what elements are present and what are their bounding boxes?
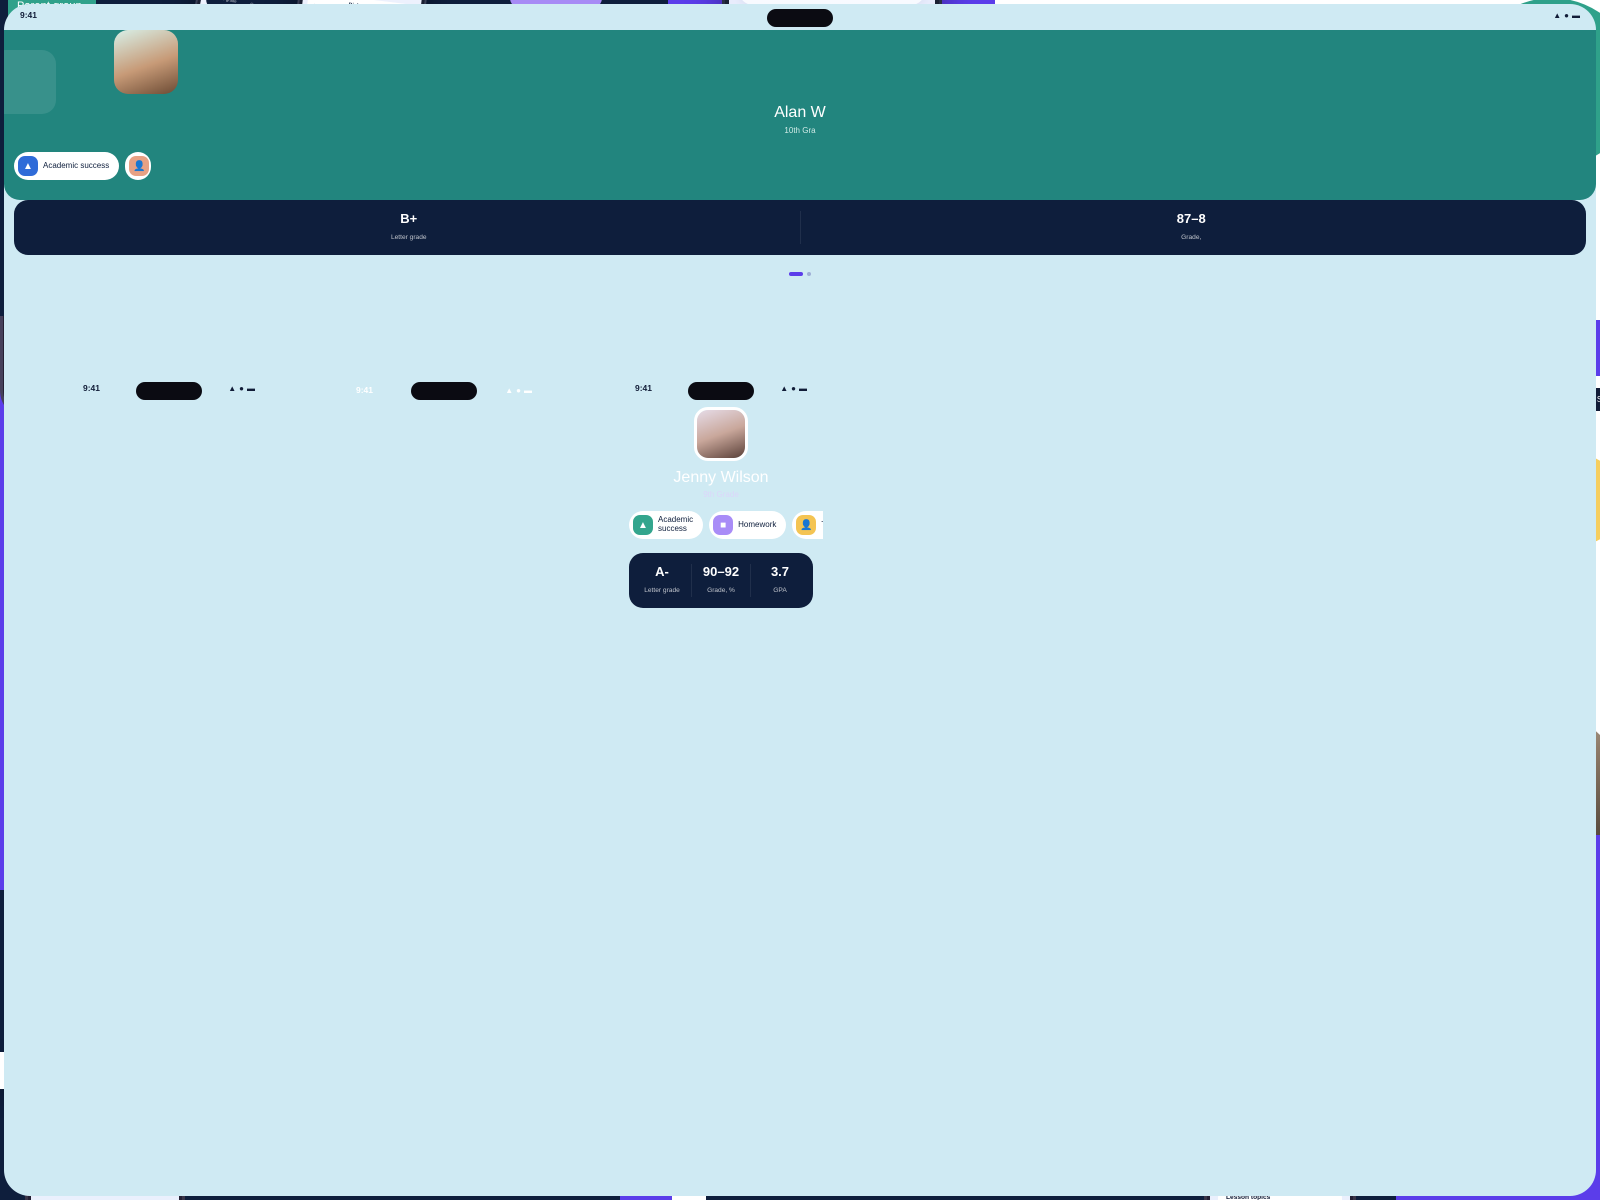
grade-stats: A- Letter grade 90–92 Grade, % 3.7 GPA — [629, 553, 813, 608]
student-grade: 10th Gra — [784, 126, 816, 135]
dynamic-island — [136, 382, 202, 400]
student-name: Alan W — [774, 104, 826, 121]
stat-value: 3.7 — [770, 564, 790, 579]
stat-gpa: 3.7 GPA — [751, 564, 809, 597]
stat-grade-percent: 90–92 Grade, % — [692, 564, 751, 597]
status-time: 9:41 — [20, 10, 38, 20]
chip-label: Homework — [738, 519, 777, 529]
chip-label: Academic success — [658, 515, 694, 533]
quick-action-chips: ▲ Academic success ■ Homework 👤 Teachers — [629, 511, 823, 539]
battery-icon: ▬ — [247, 383, 255, 393]
avatar[interactable] — [114, 30, 178, 94]
book-icon: ■ — [713, 515, 734, 535]
grade-stats: B+ Letter grade 87–8 Grade, — [14, 200, 1586, 255]
rocket-icon: ▲ — [18, 156, 38, 176]
avatar[interactable] — [694, 407, 748, 461]
stat-value: A- — [655, 564, 669, 579]
design-showcase-canvas: Course Parent group support Empowering p… — [0, 0, 1600, 1200]
status-time: 9:41 — [356, 385, 374, 395]
student-name: Jenny Wilson — [673, 469, 769, 486]
stat-label: Grade, % — [707, 587, 735, 594]
stat-label: Letter grade — [644, 587, 680, 594]
chip-academic-success[interactable]: ▲ Academic success — [14, 152, 120, 180]
student-grade: 9th Grade — [703, 490, 739, 499]
rocket-icon: ▲ — [633, 515, 653, 535]
stat-value: B+ — [400, 211, 418, 226]
battery-icon: ▬ — [524, 385, 532, 395]
phone-alan-profile: 9:41 ▲ ● ▬ Alan W 10th Gra ▲ Academic succ… — [0, 0, 1596, 1196]
status-bar: 9:41 ▲ ● ▬ — [20, 10, 1580, 20]
status-time: 9:41 — [635, 383, 653, 393]
chip-academic-success[interactable]: ▲ Academic success — [629, 511, 704, 539]
stat-value: 90–92 — [702, 564, 740, 579]
wifi-icon: ● — [516, 385, 521, 395]
chip-homework[interactable]: ■ Homework — [709, 511, 787, 539]
cellular-icon: ▲ — [780, 383, 789, 393]
dynamic-island — [411, 382, 477, 400]
battery-icon: ▬ — [799, 383, 807, 393]
cellular-icon: ▲ — [228, 383, 237, 393]
wifi-icon: ● — [239, 383, 244, 393]
wifi-icon: ● — [791, 383, 796, 393]
stat-letter-grade: A- Letter grade — [633, 564, 692, 597]
quick-action-chips: ▲ Academic success 👤 — [14, 152, 152, 180]
person-icon: 👤 — [796, 515, 817, 535]
chip-label: Teachers — [821, 520, 823, 530]
cellular-icon: ▲ — [505, 385, 514, 395]
stat-letter-grade: B+ Letter grade — [18, 211, 801, 244]
dynamic-island — [688, 382, 754, 400]
stat-label: GPA — [773, 587, 787, 594]
person-icon: 👤 — [129, 156, 150, 176]
status-time: 9:41 — [83, 383, 101, 393]
chip-partial[interactable]: 👤 — [125, 152, 152, 180]
chip-teachers[interactable]: 👤 Teachers — [792, 511, 823, 539]
chip-label: Academic success — [43, 160, 110, 170]
